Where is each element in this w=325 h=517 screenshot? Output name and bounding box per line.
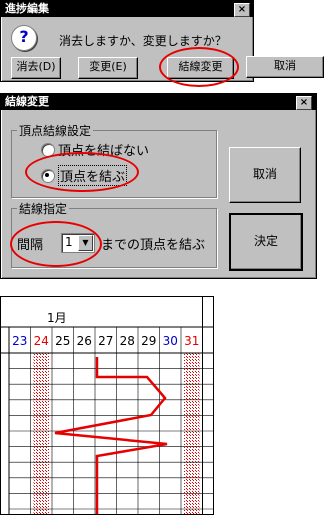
gantt-calendar: 1月 23 24 25 26 27 28 29 30 31 [0, 296, 214, 515]
day-label: 30 [162, 334, 178, 348]
highlight-circle [25, 152, 139, 192]
change-button[interactable]: 変更(E) [78, 57, 138, 79]
close-icon[interactable]: × [296, 96, 312, 110]
day-label: 27 [98, 334, 114, 348]
cancel-button[interactable]: 取消 [246, 56, 324, 78]
holiday-column [184, 353, 200, 514]
highlight-circle [10, 221, 102, 267]
cancel-button[interactable]: 取消 [229, 147, 301, 203]
interval-suffix: までの頂点を結ぶ [101, 238, 206, 253]
close-icon[interactable]: × [234, 3, 250, 17]
change-connection-dialog: 結線変更 × 頂点結線設定 頂点を結ばない 頂点を結ぶ 結線指定 間隔 1 ▼ … [0, 93, 317, 279]
group-label: 頂点結線設定 [17, 122, 94, 139]
ok-button[interactable]: 決定 [229, 213, 303, 271]
day-label: 31 [184, 334, 200, 348]
delete-button[interactable]: 消去(D) [11, 57, 61, 79]
holiday-column [33, 353, 49, 514]
day-label: 23 [12, 334, 28, 348]
day-label: 25 [55, 334, 71, 348]
progress-line [54, 357, 168, 514]
group-label: 結線指定 [17, 200, 70, 217]
day-label: 29 [141, 334, 157, 348]
day-label: 24 [33, 334, 49, 348]
calendar-grid [1, 297, 213, 514]
day-label: 26 [76, 334, 92, 348]
question-icon: ? [11, 25, 37, 51]
highlight-circle [159, 47, 239, 87]
month-label: 1月 [47, 311, 67, 325]
dialog-title: 進捗編集 [5, 2, 49, 15]
dialog-title-bar: 進捗編集 [1, 1, 253, 17]
day-label: 28 [119, 334, 135, 348]
dialog-title: 結線変更 [5, 95, 49, 108]
dialog-title-bar: 結線変更 [1, 94, 316, 110]
